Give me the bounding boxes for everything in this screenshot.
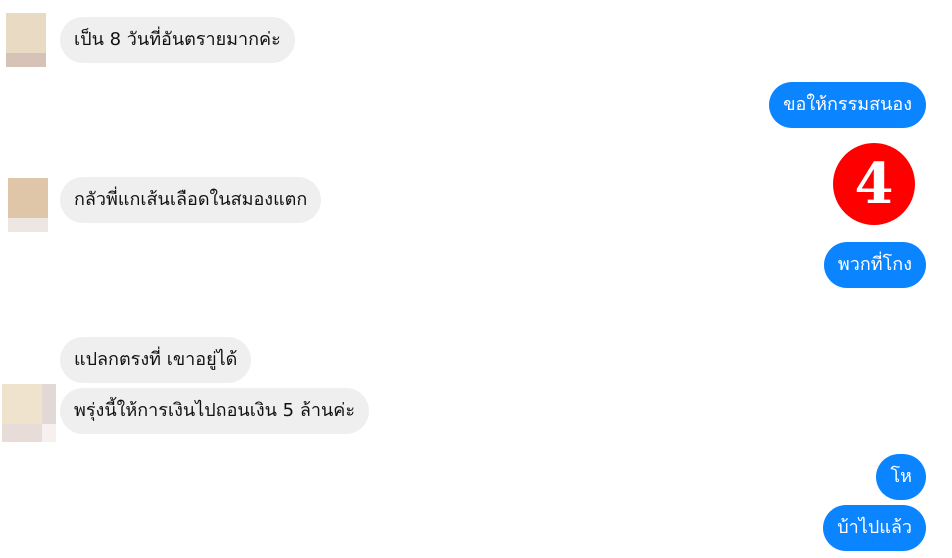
incoming-message[interactable]: เป็น 8 วันที่อันตรายมากค่ะ: [60, 17, 295, 63]
avatar[interactable]: [6, 13, 46, 67]
number-badge: 4: [833, 143, 915, 225]
outgoing-message[interactable]: พวกที่โกง: [823, 242, 926, 288]
incoming-message[interactable]: แปลกตรงที่ เขาอยู่ได้: [60, 337, 252, 383]
outgoing-message[interactable]: บ้าไปแล้ว: [823, 505, 926, 551]
incoming-message[interactable]: พรุ่งนี้ให้การเงินไปถอนเงิน 5 ล้านค่ะ: [60, 388, 369, 434]
incoming-message[interactable]: กลัวพี่แกเส้นเลือดในสมองแตก: [60, 177, 322, 223]
outgoing-message[interactable]: ขอให้กรรมสนอง: [769, 82, 926, 128]
outgoing-message[interactable]: โห: [876, 454, 926, 500]
avatar[interactable]: [8, 178, 48, 232]
avatar[interactable]: [2, 384, 56, 442]
